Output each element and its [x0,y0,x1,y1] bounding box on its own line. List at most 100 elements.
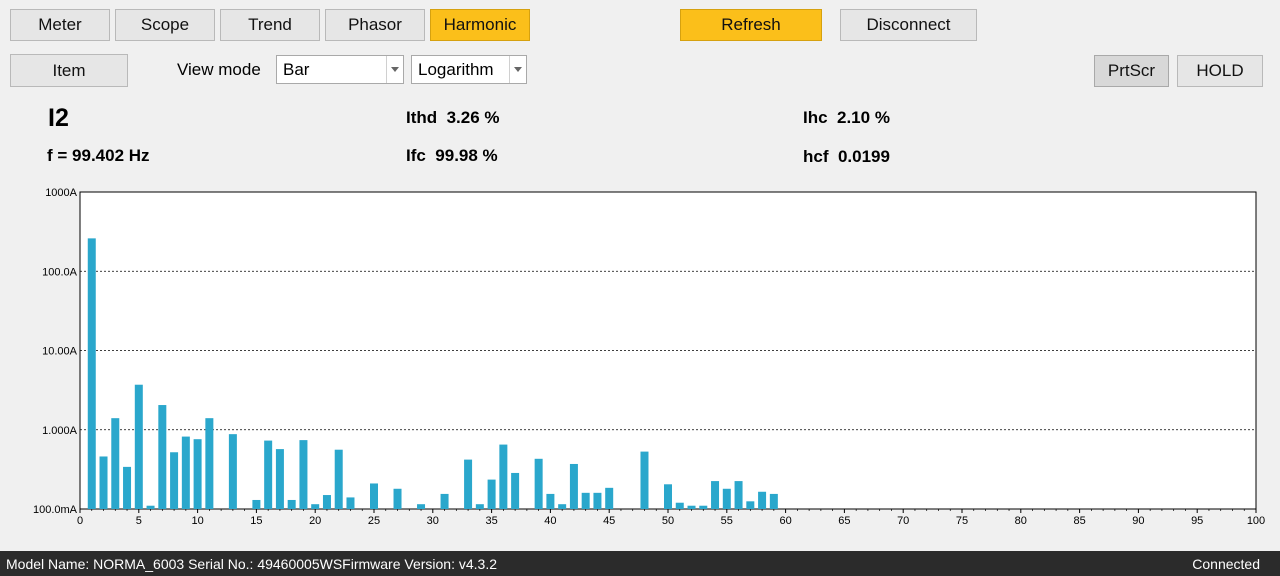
harmonic-bar [687,505,696,509]
harmonic-bar [534,458,543,509]
harmonic-bar [170,452,179,509]
x-tick-label: 60 [779,515,791,527]
y-tick-label: 100.0A [42,266,78,278]
x-tick-label: 30 [427,515,439,527]
harmonic-bar [311,504,320,509]
harmonic-bar [440,493,449,509]
harmonic-bar [322,495,331,509]
harmonic-bar [264,440,273,509]
harmonic-bar [299,440,308,509]
y-tick-label: 1.000A [42,425,78,437]
status-bar: Model Name: NORMA_6003 Serial No.: 49460… [0,551,1280,576]
harmonic-bar [546,493,555,509]
harmonic-bar [581,492,590,509]
harmonic-chart: 1000A 100.0A 10.00A 1.000A 100.0mA 0 5 10 15 20 2… [33,187,1265,527]
harmonic-bar [393,488,402,509]
x-tick-label: 5 [136,515,142,527]
harmonic-bar [593,492,602,509]
tab-scope[interactable]: Scope [115,9,215,41]
harmonic-bar [252,499,261,509]
y-tick-label: 1000A [45,187,77,199]
tab-phasor[interactable]: Phasor [325,9,425,41]
tab-meter[interactable]: Meter [10,9,110,41]
harmonic-bar [464,459,473,509]
harmonic-bar [487,479,496,509]
harmonic-bar [134,384,143,509]
x-tick-label: 40 [544,515,556,527]
chevron-down-icon [386,56,403,83]
frequency-readout: f = 99.402 Hz [47,146,150,165]
x-tick-label: 100 [1247,515,1265,527]
x-tick-label: 90 [1132,515,1144,527]
harmonic-bar [722,488,731,509]
harmonic-bar [640,451,649,509]
refresh-button[interactable]: Refresh [680,9,822,41]
chevron-down-icon [509,56,526,83]
harmonic-bar [569,463,578,509]
channel-label: I2 [48,104,69,132]
scale-select[interactable]: Logarithm [411,55,527,84]
harmonic-bar [605,487,614,509]
x-tick-label: 15 [250,515,262,527]
connection-status: Connected [1192,556,1260,572]
harmonic-bar [664,484,672,509]
tab-harmonic[interactable]: Harmonic [430,9,530,41]
x-tick-label: 0 [77,515,83,527]
ithd-readout: Ithd 3.26 % [406,108,500,127]
harmonic-bar [346,497,355,509]
harmonic-bar [499,444,508,509]
harmonic-bar [228,434,237,509]
harmonic-bar [711,481,720,509]
harmonic-bar [734,481,743,509]
harmonic-bar [558,504,567,509]
x-tick-label: 80 [1015,515,1027,527]
x-tick-label: 70 [897,515,909,527]
hold-button[interactable]: HOLD [1177,55,1263,87]
hcf-readout: hcf 0.0199 [803,147,890,166]
x-tick-label: 20 [309,515,321,527]
harmonic-bar [181,436,190,509]
y-tick-label: 10.00A [42,346,78,358]
harmonic-bar [334,449,343,509]
harmonic-bar [287,499,296,509]
x-tick-label: 55 [721,515,733,527]
scale-value: Logarithm [418,59,494,79]
harmonic-bar [205,418,214,509]
harmonic-bar [87,238,96,510]
harmonic-bar [758,491,767,509]
harmonic-bar [746,501,755,509]
item-button[interactable]: Item [10,54,128,87]
x-tick-label: 95 [1191,515,1203,527]
prtscr-button[interactable]: PrtScr [1094,55,1169,87]
harmonic-bar [370,483,378,509]
device-info: Model Name: NORMA_6003 Serial No.: 49460… [6,556,497,572]
harmonic-bar [675,502,684,509]
x-tick-label: 65 [838,515,850,527]
harmonic-bar [99,456,108,509]
view-mode-select[interactable]: Bar [276,55,404,84]
harmonic-bar [146,505,155,509]
ifc-readout: Ifc 99.98 % [406,146,498,165]
x-tick-label: 85 [1073,515,1085,527]
harmonic-bar [158,405,167,509]
harmonic-bar [417,504,426,509]
harmonic-bar [123,466,132,509]
x-tick-label: 45 [603,515,615,527]
view-mode-value: Bar [283,59,310,79]
ihc-readout: Ihc 2.10 % [803,108,890,127]
harmonic-bar [769,493,778,509]
harmonic-bar [193,439,202,509]
view-mode-label: View mode [177,60,261,79]
x-tick-label: 50 [662,515,674,527]
harmonic-bar [275,449,284,509]
x-tick-label: 25 [368,515,380,527]
x-tick-label: 35 [485,515,497,527]
harmonic-bar [475,504,484,509]
harmonic-bar [511,472,520,509]
harmonic-bar [699,505,708,509]
x-tick-label: 10 [191,515,203,527]
harmonic-bar [111,418,120,509]
tab-trend[interactable]: Trend [220,9,320,41]
disconnect-button[interactable]: Disconnect [840,9,977,41]
x-tick-label: 75 [956,515,968,527]
